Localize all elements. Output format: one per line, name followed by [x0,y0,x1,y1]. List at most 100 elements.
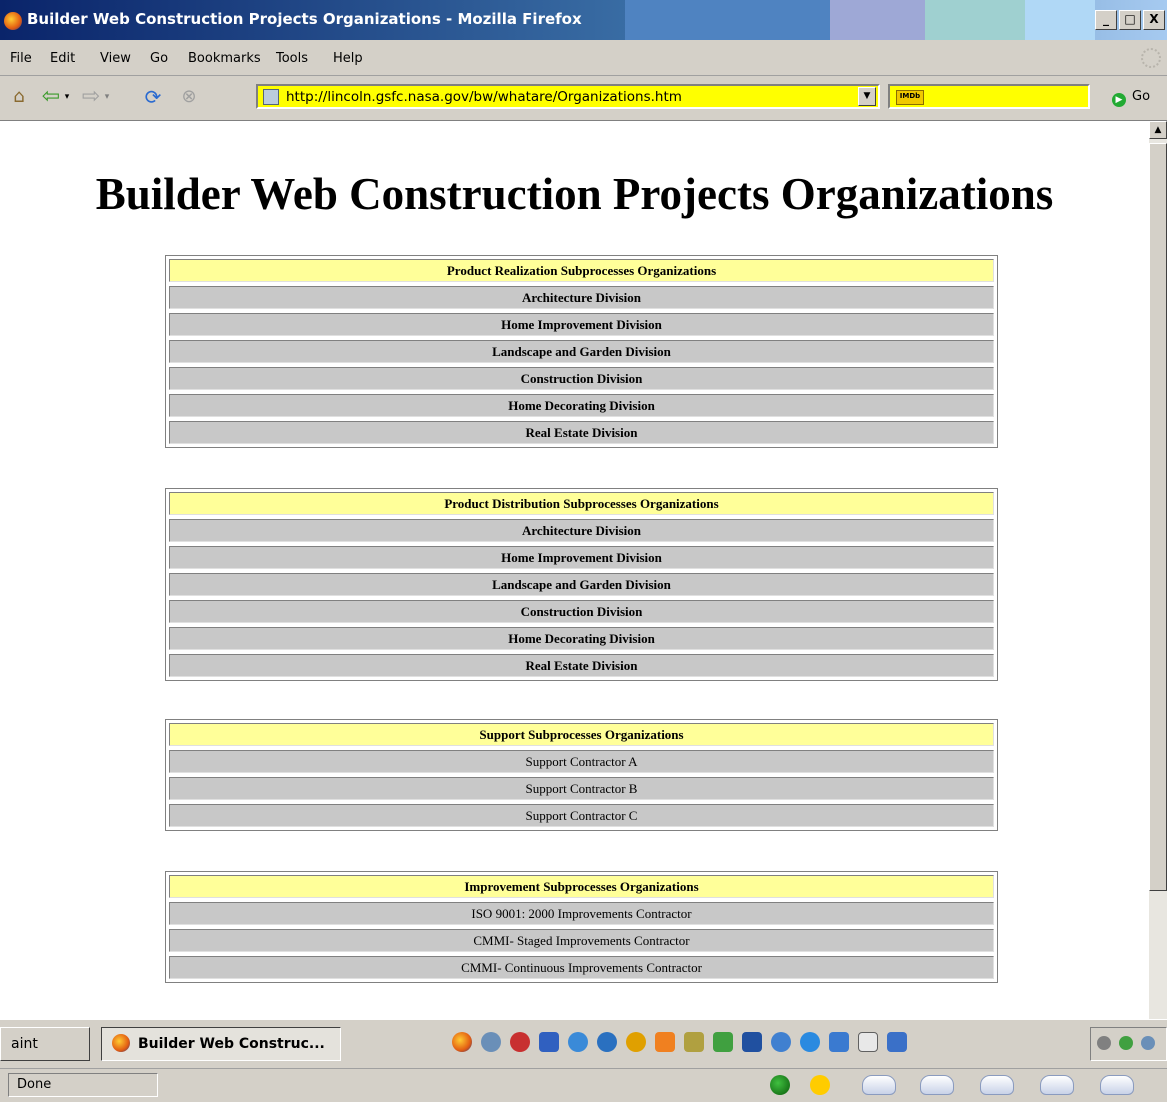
sun-icon[interactable] [810,1075,830,1095]
table-row: Real Estate Division [169,421,994,444]
ie-icon[interactable] [568,1032,588,1052]
table-row: Construction Division [169,367,994,390]
page-favicon-icon [263,89,279,105]
app-icon[interactable] [539,1032,559,1052]
cloud-icon[interactable] [1100,1075,1134,1095]
table-row: ISO 9001: 2000 Improvements Contractor [169,902,994,925]
menu-help[interactable]: Help [333,51,363,66]
window-titlebar: Builder Web Construction Projects Organi… [0,0,1167,40]
quick-launch [452,1032,907,1052]
org-table-product-distribution: Product Distribution Subprocesses Organi… [165,488,998,681]
app-icon[interactable] [858,1032,878,1052]
table-row: Landscape and Garden Division [169,340,994,363]
table-row: Support Contractor C [169,804,994,827]
firefox-icon [4,12,22,30]
status-bar: Done [0,1068,1167,1102]
menu-bookmarks[interactable]: Bookmarks [188,51,261,66]
table-header: Product Distribution Subprocesses Organi… [169,492,994,515]
menu-bar: File Edit View Go Bookmarks Tools Help [0,40,1167,76]
app-icon[interactable] [713,1032,733,1052]
url-dropdown-icon[interactable]: ▼ [858,87,876,106]
app-icon[interactable] [597,1032,617,1052]
menu-view[interactable]: View [100,51,131,66]
table-row: CMMI- Staged Improvements Contractor [169,929,994,952]
table-header: Improvement Subprocesses Organizations [169,875,994,898]
menu-go[interactable]: Go [150,51,168,66]
close-button[interactable]: X [1143,10,1165,30]
forward-dropdown-icon[interactable]: ▾ [100,86,114,108]
scroll-up-icon[interactable]: ▲ [1149,121,1167,139]
table-row: Architecture Division [169,519,994,542]
app-icon[interactable] [655,1032,675,1052]
app-icon[interactable] [829,1032,849,1052]
table-row: Support Contractor A [169,750,994,773]
table-row: Home Decorating Division [169,627,994,650]
cloud-icon[interactable] [1040,1075,1074,1095]
table-row: Construction Division [169,600,994,623]
table-row: Home Improvement Division [169,546,994,569]
home-icon[interactable]: ⌂ [8,86,30,108]
scrollbar-thumb[interactable] [1149,143,1167,891]
table-row: Home Decorating Division [169,394,994,417]
tray-icon[interactable] [1141,1036,1155,1050]
back-icon[interactable]: ⇦ [40,86,62,108]
app-icon[interactable] [800,1032,820,1052]
table-header: Support Subprocesses Organizations [169,723,994,746]
page-title: Builder Web Construction Projects Organi… [95,169,1054,219]
minimize-button[interactable]: _ [1095,10,1117,30]
app-icon[interactable] [510,1032,530,1052]
taskbar-paint-button[interactable]: aint [0,1027,90,1061]
table-row: CMMI- Continuous Improvements Contractor [169,956,994,979]
cloud-icon[interactable] [920,1075,954,1095]
org-table-improvement: Improvement Subprocesses Organizations I… [165,871,998,983]
taskbar: aint Builder Web Construc... [0,1019,1167,1068]
app-icon[interactable] [626,1032,646,1052]
table-row: Landscape and Garden Division [169,573,994,596]
status-text: Done [8,1073,158,1097]
forward-icon[interactable]: ⇨ [80,86,102,108]
app-icon[interactable] [771,1032,791,1052]
menu-tools[interactable]: Tools [276,51,308,66]
window-title: Builder Web Construction Projects Organi… [27,10,582,28]
app-icon[interactable] [481,1032,501,1052]
taskbar-firefox-label: Builder Web Construc... [138,1036,325,1052]
table-row: Support Contractor B [169,777,994,800]
url-bar[interactable]: http://lincoln.gsfc.nasa.gov/bw/whatare/… [256,84,880,109]
firefox-icon[interactable] [452,1032,472,1052]
throbber-icon [1141,48,1161,68]
titlebar-segment [625,0,830,40]
cloud-icon[interactable] [980,1075,1014,1095]
table-header: Product Realization Subprocesses Organiz… [169,259,994,282]
taskbar-firefox-button[interactable]: Builder Web Construc... [101,1027,341,1061]
app-icon[interactable] [742,1032,762,1052]
page-content: Builder Web Construction Projects Organi… [0,121,1149,1019]
titlebar-segment [830,0,925,40]
titlebar-segment [925,0,1025,40]
org-table-product-realization: Product Realization Subprocesses Organiz… [165,255,998,448]
app-icon[interactable] [684,1032,704,1052]
back-dropdown-icon[interactable]: ▾ [60,86,74,108]
org-table-support: Support Subprocesses Organizations Suppo… [165,719,998,831]
system-tray [1090,1027,1167,1061]
search-bar[interactable]: IMDb [888,84,1090,109]
tray-icon[interactable] [1097,1036,1111,1050]
url-text[interactable]: http://lincoln.gsfc.nasa.gov/bw/whatare/… [286,89,682,105]
app-icon[interactable] [887,1032,907,1052]
menu-edit[interactable]: Edit [50,51,75,66]
go-button[interactable]: ▶ Go [1112,89,1150,107]
go-icon: ▶ [1112,93,1126,107]
table-row: Architecture Division [169,286,994,309]
titlebar-segment [1025,0,1095,40]
maximize-button[interactable]: □ [1119,10,1141,30]
cloud-icon[interactable] [862,1075,896,1095]
firefox-icon [112,1034,130,1052]
menu-file[interactable]: File [10,51,32,66]
go-label: Go [1132,89,1151,104]
globe-icon[interactable] [770,1075,790,1095]
reload-icon[interactable]: ⟳ [142,86,164,108]
table-row: Home Improvement Division [169,313,994,336]
search-engine-icon[interactable]: IMDb [896,90,924,105]
vertical-scrollbar[interactable]: ▲ [1149,121,1167,1019]
tray-icon[interactable] [1119,1036,1133,1050]
stop-icon[interactable]: ⊗ [178,86,200,108]
